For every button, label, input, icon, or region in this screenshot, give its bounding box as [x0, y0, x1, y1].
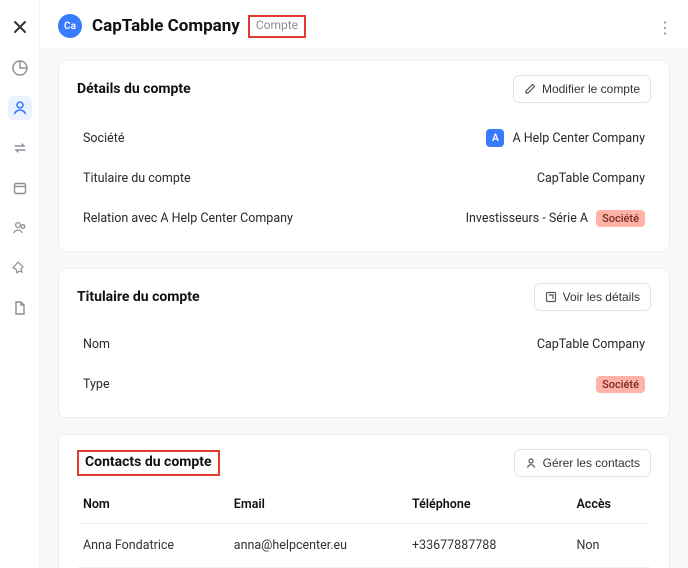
account-contacts-title: Contacts du compte [85, 454, 212, 470]
detail-row: Société A A Help Center Company [59, 117, 669, 159]
nav-calendar-icon[interactable] [8, 176, 32, 200]
holder-row: Type Société [59, 364, 669, 405]
row-label: Nom [83, 337, 110, 352]
col-access: Accès [576, 497, 645, 512]
row-value: CapTable Company [537, 171, 645, 186]
nav-account-icon[interactable] [8, 96, 32, 120]
account-holder-title: Titulaire du compte [77, 289, 200, 305]
contact-email: anna@helpcenter.eu [234, 538, 412, 553]
account-holder-card: Titulaire du compte Voir les détails Nom… [58, 268, 670, 418]
nav-document-icon[interactable] [8, 296, 32, 320]
contact-access: Non [576, 538, 645, 553]
contact-name: Anna Fondatrice [83, 538, 234, 553]
pencil-icon [524, 83, 536, 95]
sidebar [0, 0, 40, 568]
edit-account-label: Modifier le compte [542, 82, 640, 96]
nav-overview-icon[interactable] [8, 56, 32, 80]
account-details-title: Détails du compte [77, 81, 191, 97]
contacts-header-row: Nom Email Téléphone Accès [77, 487, 651, 523]
close-icon[interactable] [11, 18, 29, 36]
col-phone: Téléphone [412, 497, 576, 512]
view-details-label: Voir les détails [563, 290, 640, 304]
page-title: CapTable Company [92, 16, 240, 36]
detail-row: Relation avec A Help Center Company Inve… [59, 198, 669, 239]
detail-row: Titulaire du compte CapTable Company [59, 159, 669, 198]
more-menu-icon[interactable]: ⋮ [657, 18, 674, 37]
nav-pin-icon[interactable] [8, 256, 32, 280]
account-contacts-card: Contacts du compte Gérer les contacts No… [58, 434, 670, 568]
view-details-button[interactable]: Voir les détails [534, 283, 651, 311]
manage-contacts-button[interactable]: Gérer les contacts [514, 449, 651, 477]
breadcrumb-highlight: Compte [248, 15, 306, 38]
contacts-title-highlight: Contacts du compte [77, 450, 220, 476]
col-name: Nom [83, 497, 234, 512]
row-label: Type [83, 377, 110, 392]
nav-people-icon[interactable] [8, 216, 32, 240]
manage-contacts-label: Gérer les contacts [543, 456, 640, 470]
nav-transfer-icon[interactable] [8, 136, 32, 160]
contact-row[interactable]: Anna Fondatrice anna@helpcenter.eu +3367… [77, 523, 651, 567]
holder-row: Nom CapTable Company [59, 325, 669, 364]
edit-account-button[interactable]: Modifier le compte [513, 75, 651, 103]
col-email: Email [234, 497, 412, 512]
contact-phone: +33677887788 [412, 538, 576, 553]
page-header: Ca CapTable Company Compte ⋮ [40, 0, 688, 48]
company-chip: A [486, 129, 504, 147]
company-pill: Société [596, 210, 645, 227]
row-value: A Help Center Company [512, 131, 645, 146]
type-pill: Société [596, 376, 645, 393]
row-label: Société [83, 131, 124, 146]
company-avatar: Ca [58, 14, 82, 38]
breadcrumb-tag: Compte [256, 18, 298, 32]
row-value: CapTable Company [537, 337, 645, 352]
row-label: Relation avec A Help Center Company [83, 211, 293, 226]
account-details-card: Détails du compte Modifier le compte Soc… [58, 60, 670, 252]
row-value: Investisseurs - Série A [466, 211, 588, 226]
user-icon [525, 457, 537, 469]
row-label: Titulaire du compte [83, 171, 191, 186]
expand-icon [545, 291, 557, 303]
